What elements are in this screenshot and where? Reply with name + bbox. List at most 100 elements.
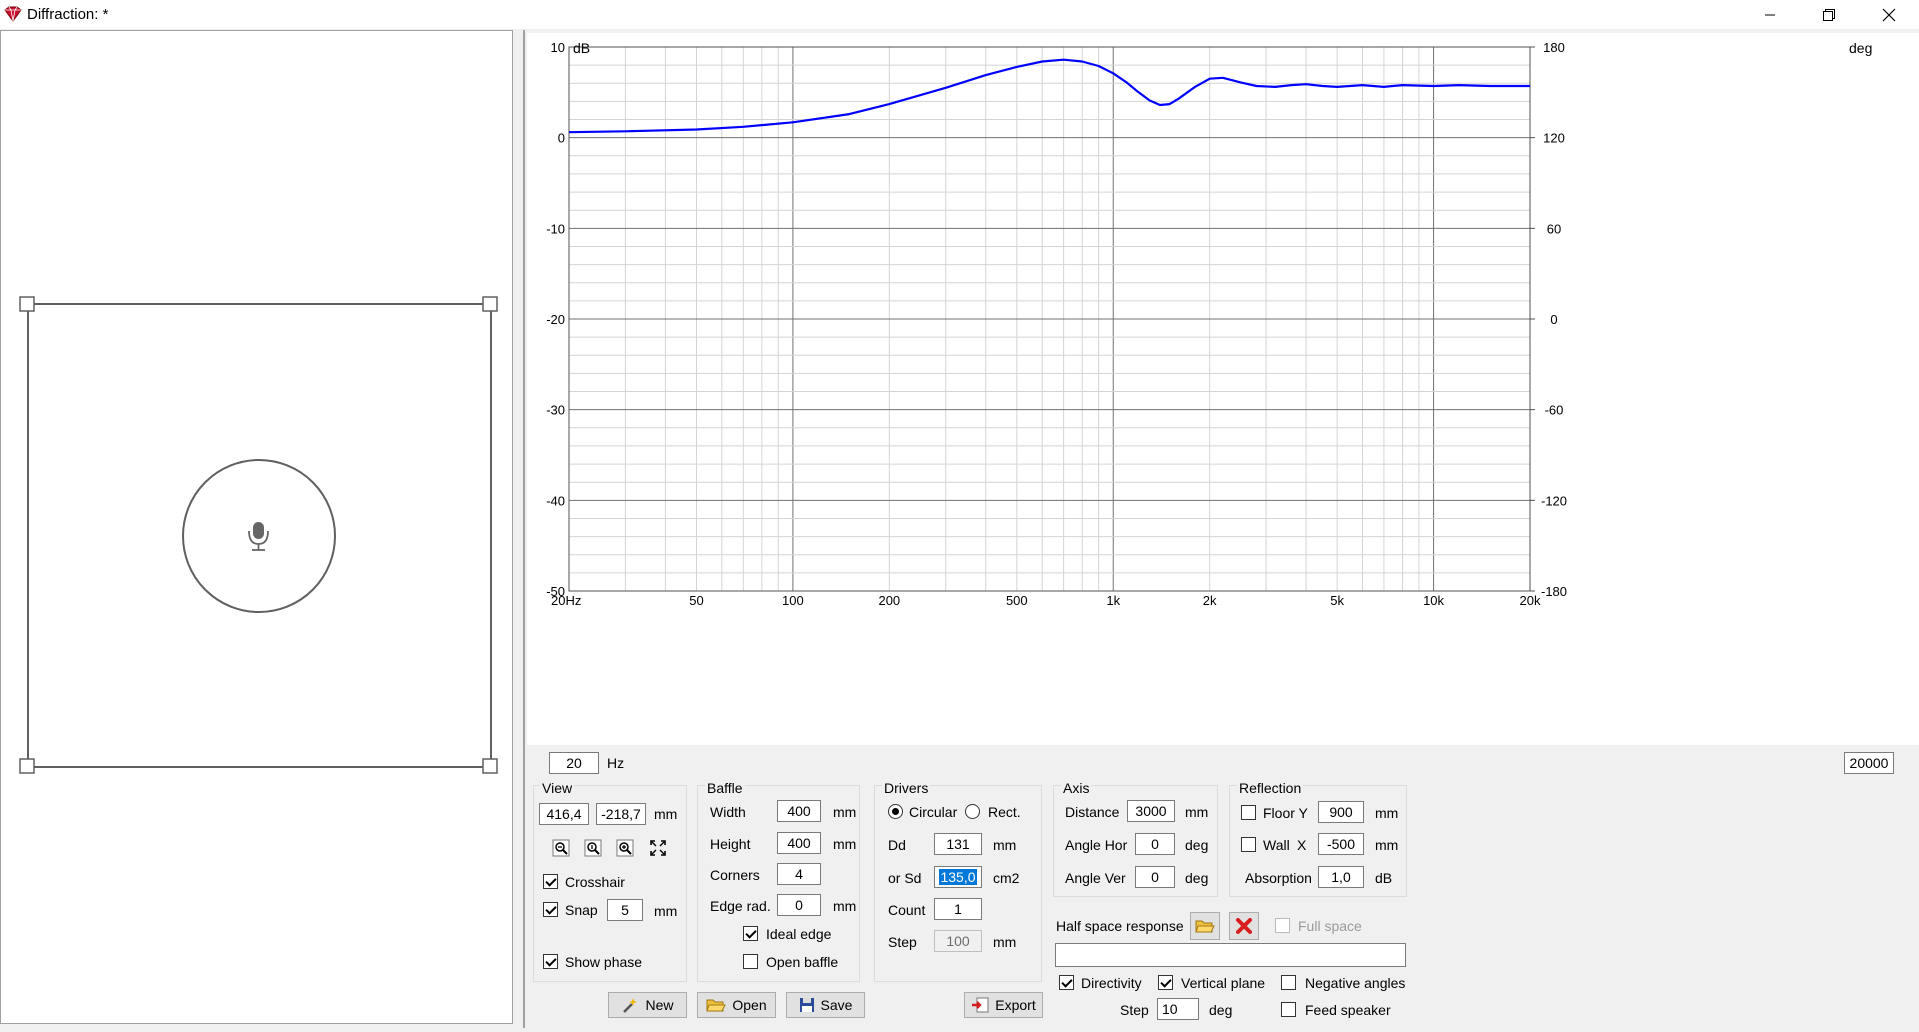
zoom-fit-icon [584,839,602,857]
width-unit: mm [833,804,857,820]
rect-radio[interactable] [965,804,980,819]
full-extent-button[interactable] [646,836,670,860]
snap-checkbox[interactable] [543,902,558,917]
directivity-step-input[interactable]: 10 [1157,998,1199,1020]
zoom-fit-button[interactable] [581,836,605,860]
y-tick-label-left: -40 [546,493,565,508]
export-icon [972,997,989,1013]
width-input[interactable]: 400 [777,800,821,822]
angle-hor-label: Angle Hor [1065,837,1128,853]
wall-input[interactable]: -500 [1318,833,1364,855]
dd-input[interactable]: 131 [934,833,982,855]
view-y-field[interactable]: -218,7 [596,803,646,825]
directivity-checkbox[interactable] [1059,975,1074,990]
x-tick-label: 10k [1423,593,1444,608]
x-tick-label: 1k [1106,593,1120,608]
full-extent-icon [650,840,666,856]
directivity-step-label: Step [1120,1002,1149,1018]
minimize-icon [1764,14,1775,15]
negative-angles-label: Negative angles [1305,975,1406,991]
y-tick-label-right: 180 [1543,40,1565,55]
baffle-canvas[interactable] [0,30,513,1024]
angle-ver-label: Angle Ver [1065,870,1126,886]
minimize-button[interactable] [1747,0,1792,29]
y-tick-label-right: 60 [1547,221,1561,236]
edge-rad-input[interactable]: 0 [777,894,821,916]
sd-input[interactable]: 135,0 [934,866,982,888]
absorption-unit: dB [1375,870,1393,886]
magic-wand-icon [623,998,638,1013]
reflection-group-title: Reflection [1237,780,1304,796]
half-space-open-button[interactable] [1190,912,1220,940]
resize-handle[interactable] [19,296,35,312]
close-button[interactable] [1866,0,1911,29]
export-button[interactable]: Export [964,992,1043,1018]
y-tick-label-left: 10 [551,40,565,55]
dd-label: Dd [888,837,906,853]
angle-hor-input[interactable]: 0 [1135,833,1175,855]
show-phase-label: Show phase [565,954,643,970]
ideal-edge-checkbox[interactable] [743,926,758,941]
crosshair-checkbox[interactable] [543,874,558,889]
close-icon [1882,8,1895,21]
absorption-input[interactable]: 1,0 [1318,866,1364,888]
feed-speaker-label: Feed speaker [1305,1002,1391,1018]
save-button[interactable]: Save [786,992,865,1018]
snap-label: Snap [565,902,598,918]
view-group-title: View [540,780,575,796]
circular-label: Circular [909,804,958,820]
half-space-delete-button[interactable] [1229,912,1259,940]
x-tick-label: 20k [1520,593,1541,608]
feed-speaker-checkbox[interactable] [1281,1002,1296,1017]
x-tick-label: 100 [782,593,804,608]
open-baffle-checkbox[interactable] [743,954,758,969]
freq-min-input[interactable]: 20 [549,752,599,774]
full-space-checkbox[interactable] [1275,918,1290,933]
freq-max-input[interactable]: 20000 [1844,752,1894,774]
chart-svg[interactable]: 100-10-20-30-40-50180120600-60-120-18020… [527,33,1919,745]
circular-radio[interactable] [888,804,903,819]
microphone-icon [248,522,269,551]
vertical-plane-checkbox[interactable] [1158,975,1173,990]
wall-checkbox[interactable] [1241,837,1256,852]
half-space-file-field[interactable] [1055,943,1406,967]
corners-input[interactable]: 4 [777,863,821,885]
height-input[interactable]: 400 [777,832,821,854]
zoom-out-button[interactable] [549,836,573,860]
directivity-step-unit: deg [1209,1002,1233,1018]
dd-unit: mm [993,837,1017,853]
snap-input[interactable]: 5 [607,899,643,921]
frequency-response-chart[interactable]: 10 0 -10 -20 -30 -40 -50 180 120 60 0 -60 -120 -180 20… [527,33,1919,745]
freq-min-unit: Hz [607,755,625,771]
floor-input[interactable]: 900 [1318,801,1364,823]
snap-unit: mm [654,903,678,919]
save-button-label: Save [820,997,853,1013]
restore-button[interactable] [1806,0,1851,29]
view-x-field[interactable]: 416,4 [539,803,589,825]
resize-handle[interactable] [482,296,498,312]
negative-angles-checkbox[interactable] [1281,975,1296,990]
open-button[interactable]: Open [697,992,776,1018]
restore-icon [1822,8,1835,21]
crosshair-label: Crosshair [565,874,625,890]
open-button-label: Open [732,997,767,1013]
baffle-view[interactable] [0,30,513,1024]
sd-label: or Sd [888,870,922,886]
y-axis-left-label: dB [573,40,591,56]
x-tick-label: 5k [1330,593,1344,608]
angle-ver-input[interactable]: 0 [1135,866,1175,888]
absorption-label: Absorption [1245,870,1312,886]
angle-ver-unit: deg [1185,870,1209,886]
new-button[interactable]: New [608,992,687,1018]
count-input[interactable]: 1 [934,898,982,920]
resize-handle[interactable] [19,758,35,774]
floor-checkbox[interactable] [1241,805,1256,820]
resize-handle[interactable] [482,758,498,774]
distance-input[interactable]: 3000 [1127,800,1175,822]
ideal-edge-label: Ideal edge [766,926,832,942]
show-phase-checkbox[interactable] [543,954,558,969]
y-tick-label-right: 0 [1550,312,1557,327]
x-tick-label: 2k [1203,593,1217,608]
y-tick-label-left: 0 [558,131,565,146]
zoom-in-button[interactable] [613,836,637,860]
